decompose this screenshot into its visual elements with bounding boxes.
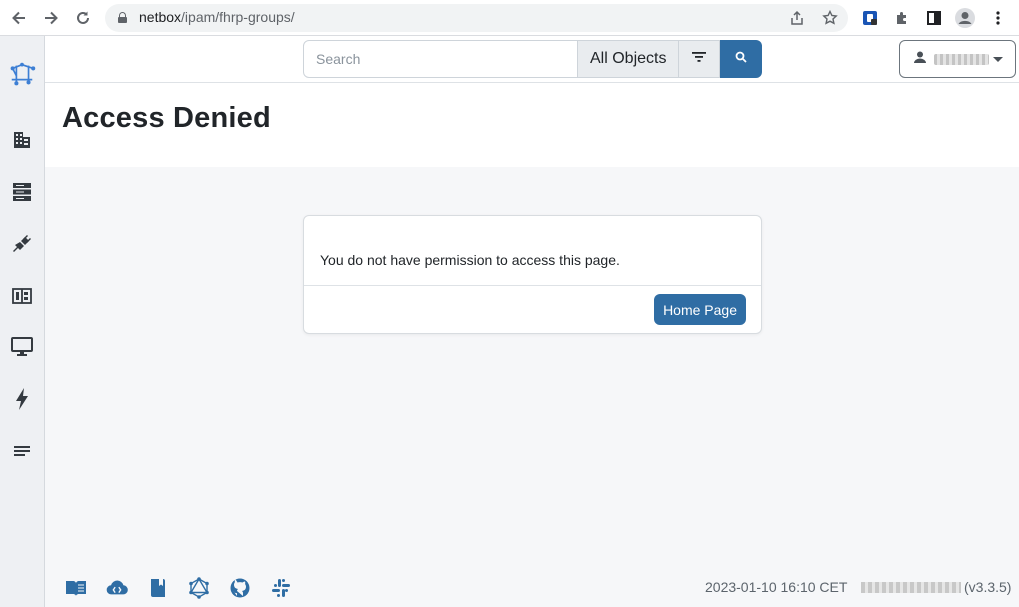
share-icon[interactable] xyxy=(787,8,807,28)
card-footer: Home Page xyxy=(304,285,761,333)
slack-icon[interactable] xyxy=(270,577,292,599)
filter-button[interactable] xyxy=(679,40,721,78)
url-text: netbox/ipam/fhrp-groups/ xyxy=(139,9,295,25)
search-form: All Objects xyxy=(303,40,763,78)
browser-menu-icon[interactable] xyxy=(986,6,1010,30)
url-path: /ipam/fhrp-groups/ xyxy=(181,9,295,25)
search-input[interactable] xyxy=(303,40,578,78)
reload-icon[interactable] xyxy=(71,6,95,30)
object-type-select[interactable]: All Objects xyxy=(578,40,680,78)
extensions-icon[interactable] xyxy=(890,6,914,30)
forward-icon[interactable] xyxy=(39,6,63,30)
chevron-down-icon xyxy=(993,57,1003,62)
access-denied-card: You do not have permission to access thi… xyxy=(303,215,762,334)
api-docs-icon[interactable] xyxy=(147,577,169,599)
docs-icon[interactable] xyxy=(65,577,87,599)
ipam-icon[interactable] xyxy=(8,282,36,310)
hostname-redacted xyxy=(861,582,961,593)
side-panel-icon[interactable] xyxy=(922,6,946,30)
page-header: Access Denied xyxy=(45,83,1019,167)
sidebar xyxy=(0,36,45,607)
footer-links xyxy=(65,577,292,599)
graphql-icon[interactable] xyxy=(188,577,210,599)
page-title: Access Denied xyxy=(62,102,271,134)
search-button[interactable] xyxy=(720,40,763,78)
user-menu-button[interactable] xyxy=(899,40,1016,78)
api-icon[interactable] xyxy=(106,577,128,599)
main-content: You do not have permission to access thi… xyxy=(45,167,1019,607)
bookmark-star-icon[interactable] xyxy=(820,8,840,28)
password-manager-extension-icon[interactable] xyxy=(858,6,882,30)
connections-icon[interactable] xyxy=(8,230,36,258)
username-redacted xyxy=(934,53,989,65)
organization-icon[interactable] xyxy=(8,126,36,154)
browser-toolbar: netbox/ipam/fhrp-groups/ xyxy=(0,0,1019,36)
github-icon[interactable] xyxy=(229,577,251,599)
user-icon xyxy=(914,50,926,68)
url-host: netbox xyxy=(139,9,182,25)
back-icon[interactable] xyxy=(7,6,31,30)
power-icon[interactable] xyxy=(8,385,36,413)
profile-icon[interactable] xyxy=(953,6,977,30)
search-icon xyxy=(735,50,748,68)
devices-icon[interactable] xyxy=(8,178,36,206)
filter-icon xyxy=(692,50,707,68)
footer-timestamp: 2023-01-10 16:10 CET xyxy=(705,579,848,595)
header-bar: All Objects xyxy=(45,36,1019,83)
home-page-button[interactable]: Home Page xyxy=(654,294,746,325)
netbox-logo-icon[interactable] xyxy=(8,60,36,88)
other-icon[interactable] xyxy=(8,437,36,465)
virtualization-icon[interactable] xyxy=(8,333,36,361)
lock-icon xyxy=(118,12,127,23)
error-message: You do not have permission to access thi… xyxy=(320,252,620,268)
address-bar[interactable]: netbox/ipam/fhrp-groups/ xyxy=(105,4,848,32)
footer-version: (v3.3.5) xyxy=(964,579,1012,595)
